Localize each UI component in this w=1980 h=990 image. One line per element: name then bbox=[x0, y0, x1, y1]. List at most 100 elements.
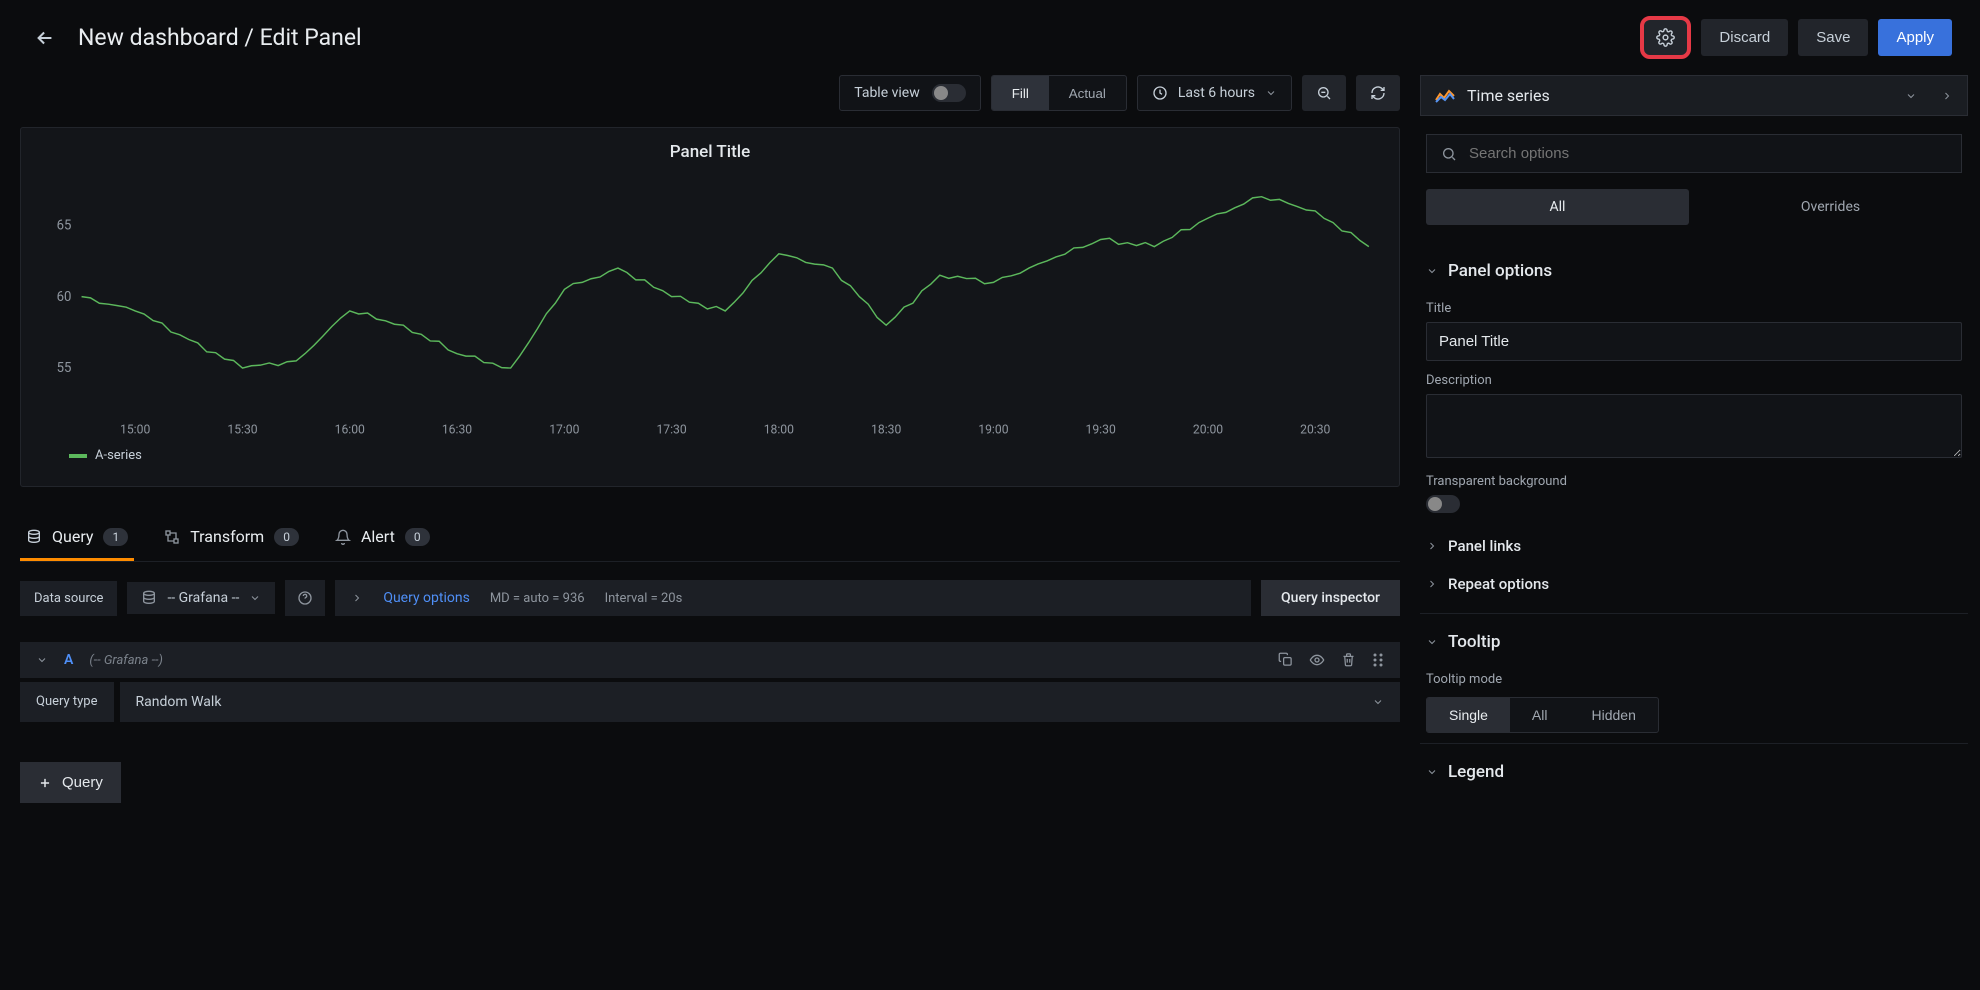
timerange-label: Last 6 hours bbox=[1178, 85, 1255, 101]
datasource-label: Data source bbox=[20, 581, 117, 616]
query-toolbar: Data source -- Grafana -- Query options … bbox=[20, 580, 1400, 616]
title-field-label: Title bbox=[1426, 301, 1962, 316]
svg-text:19:00: 19:00 bbox=[978, 424, 1008, 438]
section-header-panel-options[interactable]: Panel options bbox=[1426, 253, 1962, 289]
description-input[interactable] bbox=[1426, 394, 1962, 458]
datasource-value: -- Grafana -- bbox=[167, 590, 239, 606]
search-icon bbox=[1441, 146, 1457, 162]
chevron-right-icon bbox=[1426, 578, 1438, 590]
refresh-icon bbox=[1370, 85, 1386, 101]
svg-text:19:30: 19:30 bbox=[1086, 424, 1116, 438]
datasource-select[interactable]: -- Grafana -- bbox=[127, 582, 275, 614]
timerange-picker[interactable]: Last 6 hours bbox=[1137, 75, 1292, 111]
line-chart: 55606515:0015:3016:0016:3017:0017:3018:0… bbox=[41, 172, 1379, 442]
svg-text:16:00: 16:00 bbox=[335, 424, 365, 438]
svg-text:15:00: 15:00 bbox=[120, 424, 150, 438]
query-type-value: Random Walk bbox=[136, 694, 222, 710]
table-view-toggle[interactable]: Table view bbox=[839, 75, 981, 111]
chevron-down-icon bbox=[249, 592, 261, 604]
tooltip-mode-group: Single All Hidden bbox=[1426, 697, 1659, 733]
tooltip-mode-label: Tooltip mode bbox=[1426, 672, 1962, 687]
chevron-right-icon[interactable] bbox=[1941, 90, 1953, 102]
options-search[interactable] bbox=[1426, 134, 1962, 173]
apply-button[interactable]: Apply bbox=[1878, 19, 1952, 56]
section-header-tooltip[interactable]: Tooltip bbox=[1426, 624, 1962, 660]
svg-text:18:30: 18:30 bbox=[871, 424, 901, 438]
chevron-right-icon bbox=[351, 592, 363, 604]
back-button[interactable] bbox=[28, 21, 62, 55]
subtab-overrides[interactable]: Overrides bbox=[1699, 189, 1962, 225]
section-panel-options: Panel options Title Description Transpar… bbox=[1420, 243, 1968, 614]
transparent-toggle[interactable] bbox=[1426, 495, 1460, 513]
svg-text:65: 65 bbox=[57, 218, 72, 233]
svg-text:18:00: 18:00 bbox=[764, 424, 794, 438]
zoom-out-button[interactable] bbox=[1302, 75, 1346, 111]
description-field-label: Description bbox=[1426, 373, 1962, 388]
svg-text:20:30: 20:30 bbox=[1300, 424, 1330, 438]
chevron-down-icon bbox=[1426, 766, 1438, 778]
legend-label: A-series bbox=[95, 448, 142, 463]
tab-query[interactable]: Query 1 bbox=[20, 515, 134, 561]
table-view-label: Table view bbox=[854, 85, 920, 101]
query-type-row: Query type Random Walk bbox=[20, 682, 1400, 722]
query-inspector-button[interactable]: Query inspector bbox=[1261, 580, 1400, 616]
title-input[interactable] bbox=[1426, 322, 1962, 361]
chevron-down-icon bbox=[1426, 636, 1438, 648]
database-icon bbox=[26, 529, 42, 545]
tab-alert[interactable]: Alert 0 bbox=[329, 515, 436, 561]
datasource-help[interactable] bbox=[285, 580, 325, 616]
add-query-button[interactable]: Query bbox=[20, 762, 121, 803]
save-button[interactable]: Save bbox=[1798, 19, 1868, 56]
svg-text:17:00: 17:00 bbox=[549, 424, 579, 438]
query-tabs: Query 1 Transform 0 Alert 0 bbox=[20, 515, 1400, 562]
tab-transform-badge: 0 bbox=[274, 528, 299, 546]
discard-button[interactable]: Discard bbox=[1701, 19, 1788, 56]
query-type-select[interactable]: Random Walk bbox=[120, 682, 1401, 722]
breadcrumb: New dashboard / Edit Panel bbox=[78, 24, 1624, 51]
plus-icon bbox=[38, 776, 52, 790]
panel-links-row[interactable]: Panel links bbox=[1426, 527, 1962, 565]
options-subtabs: All Overrides bbox=[1426, 189, 1962, 225]
section-tooltip: Tooltip Tooltip mode Single All Hidden bbox=[1420, 614, 1968, 744]
search-input[interactable] bbox=[1469, 145, 1947, 162]
chevron-down-icon bbox=[1905, 90, 1917, 102]
chevron-down-icon bbox=[1265, 87, 1277, 99]
timeseries-icon bbox=[1435, 88, 1455, 104]
actual-button[interactable]: Actual bbox=[1049, 76, 1126, 110]
chevron-down-icon bbox=[36, 654, 48, 666]
eye-icon[interactable] bbox=[1309, 652, 1325, 668]
tab-alert-label: Alert bbox=[361, 527, 395, 546]
copy-icon[interactable] bbox=[1278, 652, 1293, 667]
viz-name: Time series bbox=[1467, 86, 1893, 105]
subtab-all[interactable]: All bbox=[1426, 189, 1689, 225]
editor-header: New dashboard / Edit Panel Discard Save … bbox=[0, 0, 1980, 75]
svg-text:55: 55 bbox=[57, 361, 72, 376]
transform-icon bbox=[164, 529, 180, 545]
tooltip-mode-all[interactable]: All bbox=[1510, 698, 1570, 732]
tooltip-mode-hidden[interactable]: Hidden bbox=[1569, 698, 1657, 732]
legend-item[interactable]: A-series bbox=[41, 448, 1379, 463]
tooltip-mode-single[interactable]: Single bbox=[1427, 698, 1510, 732]
tab-transform-label: Transform bbox=[190, 527, 264, 546]
settings-button[interactable] bbox=[1640, 16, 1691, 59]
visualization-picker[interactable]: Time series bbox=[1420, 75, 1968, 116]
clock-icon bbox=[1152, 85, 1168, 101]
chevron-right-icon bbox=[1426, 540, 1438, 552]
panel-links-label: Panel links bbox=[1448, 537, 1521, 555]
bell-icon bbox=[335, 529, 351, 545]
query-options-link[interactable]: Query options bbox=[383, 590, 470, 606]
database-icon bbox=[141, 590, 157, 606]
fill-button[interactable]: Fill bbox=[992, 76, 1049, 110]
svg-text:15:30: 15:30 bbox=[227, 424, 257, 438]
chart-area[interactable]: 55606515:0015:3016:0016:3017:0017:3018:0… bbox=[41, 172, 1379, 472]
trash-icon[interactable] bbox=[1341, 652, 1356, 667]
repeat-options-row[interactable]: Repeat options bbox=[1426, 565, 1962, 603]
svg-text:60: 60 bbox=[57, 290, 72, 305]
query-row[interactable]: A (-- Grafana --) bbox=[20, 642, 1400, 678]
tab-transform[interactable]: Transform 0 bbox=[158, 515, 305, 561]
svg-text:20:00: 20:00 bbox=[1193, 424, 1223, 438]
refresh-button[interactable] bbox=[1356, 75, 1400, 111]
section-header-legend[interactable]: Legend bbox=[1426, 754, 1962, 790]
drag-handle-icon[interactable] bbox=[1372, 652, 1384, 668]
add-query-label: Query bbox=[62, 774, 103, 791]
